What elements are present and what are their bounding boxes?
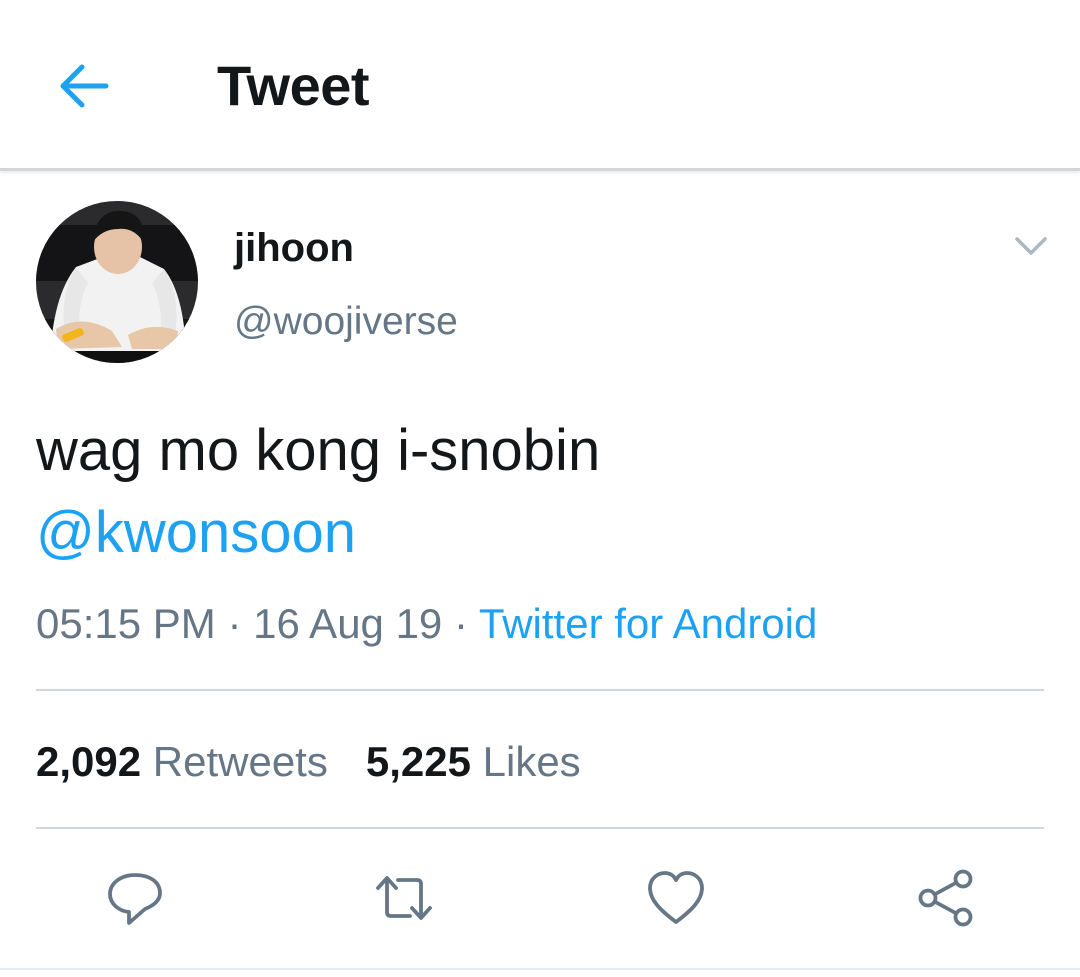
retweets-label: Retweets <box>141 738 328 785</box>
like-button[interactable] <box>646 868 706 928</box>
tweet-options-button[interactable] <box>1008 226 1054 266</box>
tweet-stats: 2,092 Retweets 5,225 Likes <box>36 734 581 790</box>
profile-photo <box>36 201 198 363</box>
likes-stat[interactable]: 5,225 Likes <box>366 738 581 785</box>
back-button[interactable] <box>52 54 116 118</box>
mention-link[interactable]: @kwonsoon <box>36 492 1036 574</box>
bottom-divider <box>0 968 1080 970</box>
tweet-date: 16 Aug 19 <box>253 600 443 647</box>
retweets-count: 2,092 <box>36 738 142 785</box>
retweet-icon <box>376 876 432 920</box>
avatar[interactable] <box>36 201 198 363</box>
divider <box>36 827 1044 829</box>
like-icon <box>648 871 704 924</box>
back-arrow-icon <box>60 64 109 108</box>
tweet-text: wag mo kong i-snobin @kwonsoon <box>36 410 1036 574</box>
likes-count: 5,225 <box>365 738 471 785</box>
tweet-time: 05:15 PM <box>36 600 216 647</box>
meta-separator: · <box>442 600 479 647</box>
tweet-source-link[interactable]: Twitter for Android <box>479 600 817 647</box>
app-header: Tweet <box>0 0 1080 171</box>
tweet-body: wag mo kong i-snobin <box>36 418 601 483</box>
retweet-button[interactable] <box>374 868 434 928</box>
reply-button[interactable] <box>105 868 165 928</box>
likes-label: Likes <box>470 738 581 785</box>
share-icon <box>918 869 973 927</box>
tweet-meta: 05:15 PM · 16 Aug 19 · Twitter for Andro… <box>36 596 817 652</box>
retweets-stat[interactable]: 2,092 Retweets <box>36 738 328 785</box>
author-display-name[interactable]: jihoon <box>234 224 354 272</box>
reply-icon <box>108 873 162 925</box>
author-handle[interactable]: @woojiverse <box>234 298 458 346</box>
divider <box>36 689 1044 691</box>
page-title: Tweet <box>217 54 370 117</box>
share-button[interactable] <box>916 868 976 928</box>
chevron-down-icon <box>1015 237 1047 255</box>
meta-separator: · <box>215 600 254 647</box>
